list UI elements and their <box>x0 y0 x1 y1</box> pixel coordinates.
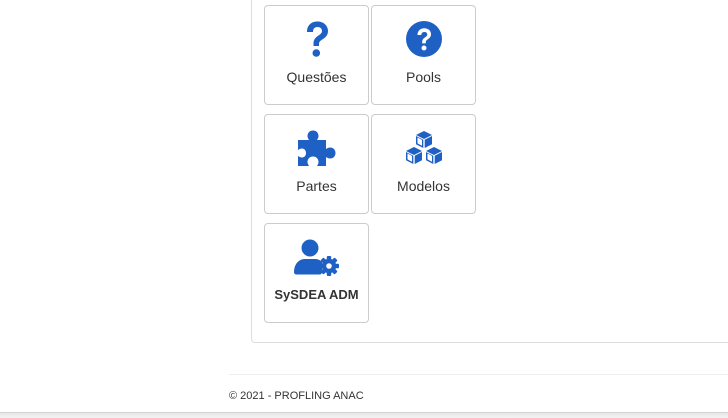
tile-sysdea-adm-label: SySDEA ADM <box>274 287 359 302</box>
tile-questoes-label: Questões <box>286 69 347 85</box>
tile-pools[interactable]: Pools <box>371 5 476 105</box>
tile-pools-label: Pools <box>405 69 442 85</box>
cubes-icon <box>372 128 475 168</box>
window-bottom-edge <box>0 412 728 418</box>
footer-copyright: © 2021 - PROFLING ANAC <box>229 390 364 402</box>
question-circle-icon <box>372 19 475 59</box>
page: Questões Pools Partes Modelos SySDEA ADM… <box>0 0 728 418</box>
footer-divider <box>229 374 728 375</box>
tile-sysdea-adm[interactable]: SySDEA ADM <box>264 223 369 323</box>
tile-modelos-label: Modelos <box>397 178 450 194</box>
user-cog-icon <box>265 237 368 277</box>
puzzle-piece-icon <box>265 128 368 168</box>
tile-partes-label: Partes <box>296 178 337 194</box>
tile-questoes[interactable]: Questões <box>264 5 369 105</box>
tile-partes[interactable]: Partes <box>264 114 369 214</box>
question-icon <box>265 19 368 59</box>
tile-modelos[interactable]: Modelos <box>371 114 476 214</box>
